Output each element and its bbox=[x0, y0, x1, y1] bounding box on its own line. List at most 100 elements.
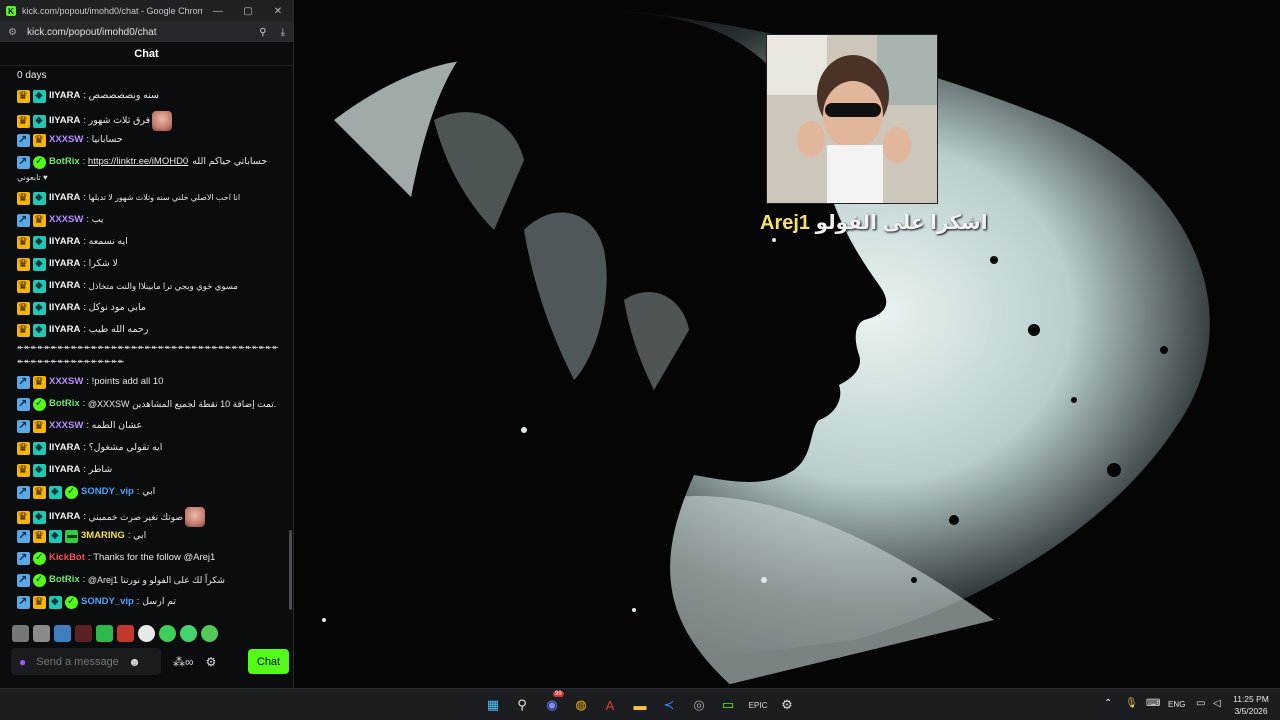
chat-username[interactable]: IIYARA bbox=[49, 191, 80, 205]
windows-start-icon[interactable]: ▦ bbox=[484, 696, 502, 714]
moderator-badge-icon bbox=[17, 155, 30, 169]
send-chat-button[interactable]: Chat bbox=[248, 649, 289, 674]
tray-mic-icon[interactable]: 🎙 bbox=[1125, 698, 1138, 709]
chat-username[interactable]: IIYARA bbox=[49, 114, 80, 128]
emote-icon[interactable] bbox=[12, 624, 29, 642]
crown-badge-icon bbox=[17, 89, 30, 103]
keyboard-icon[interactable]: ⌨ bbox=[1146, 698, 1160, 709]
acrobat-icon[interactable]: A bbox=[601, 696, 619, 714]
emote-icon[interactable] bbox=[138, 624, 155, 642]
subscriber-badge-icon bbox=[33, 510, 46, 524]
moderator-badge-icon bbox=[17, 375, 30, 389]
chat-text: مسوي خوي ويجي ترا مابينلاا والنت متخاذل bbox=[88, 281, 238, 291]
close-icon[interactable]: ✕ bbox=[263, 6, 293, 17]
settings-gear-icon[interactable]: ⚙ bbox=[206, 655, 217, 669]
chat-username[interactable]: BotRix bbox=[49, 573, 80, 587]
crown-badge-icon bbox=[17, 463, 30, 477]
crown-badge-icon bbox=[33, 213, 46, 227]
chat-username[interactable]: IIYARA bbox=[49, 463, 80, 477]
moderator-badge-icon bbox=[17, 485, 30, 499]
follow-alert-text: Arej1 اشكرا على الفولو bbox=[760, 210, 988, 242]
epic-games-icon[interactable]: EPIC bbox=[749, 696, 768, 714]
emote-icon[interactable] bbox=[75, 624, 92, 642]
kick-app-icon[interactable]: ▭ bbox=[719, 696, 737, 714]
emoji-picker-icon[interactable]: ☻ bbox=[128, 655, 141, 669]
emote-icon[interactable] bbox=[96, 624, 113, 642]
subscriber-badge-icon bbox=[33, 301, 46, 315]
chat-message: BotRix: @XXXSW تمت إضافة 10 نقطة لجميع ا… bbox=[17, 397, 285, 411]
chat-username[interactable]: IIYARA bbox=[49, 323, 80, 337]
chat-username[interactable]: KickBot bbox=[49, 551, 85, 565]
chat-username[interactable]: XXXSW bbox=[49, 213, 83, 227]
chat-message-input[interactable] bbox=[36, 655, 129, 668]
chat-username[interactable]: IIYARA bbox=[49, 235, 80, 249]
site-info-icon[interactable]: ⚙ bbox=[8, 27, 17, 38]
subscriber-badge-icon bbox=[33, 235, 46, 249]
subscriber-badge-icon bbox=[33, 191, 46, 205]
microphone-icon[interactable]: ● bbox=[19, 655, 26, 669]
network-icon[interactable]: ▭ bbox=[1196, 698, 1205, 709]
crown-badge-icon bbox=[33, 419, 46, 433]
chat-message: IIYARA: ايه نسمعه bbox=[17, 235, 285, 249]
emote-icon[interactable] bbox=[180, 624, 197, 642]
emote-icon[interactable] bbox=[54, 624, 71, 642]
chat-text: ايه تقولي مشغول؟ bbox=[88, 442, 163, 453]
chat-text: سنه ونصصصصص bbox=[88, 90, 159, 101]
chat-text: مابي مود نوكل bbox=[88, 302, 146, 313]
chat-username[interactable]: IIYARA bbox=[49, 279, 80, 293]
moderator-badge-icon bbox=[17, 213, 30, 227]
chat-message: XXXSW: حسابانيا bbox=[17, 133, 285, 147]
chat-text: لا شكرا bbox=[88, 258, 118, 269]
window-title: kick.com/popout/imohd0/chat - Google Chr… bbox=[22, 6, 203, 16]
taskbar-clock[interactable]: 11:25 PM 3/5/2026 bbox=[1226, 693, 1276, 717]
points-icon[interactable]: ⁂∞ bbox=[173, 655, 194, 669]
chat-username[interactable]: IIYARA bbox=[49, 441, 80, 455]
emote-icon[interactable] bbox=[117, 624, 134, 642]
chat-username[interactable]: BotRix bbox=[49, 397, 80, 411]
chat-text: رحمه الله طيب bbox=[88, 324, 149, 335]
emote-icon[interactable] bbox=[33, 624, 50, 642]
chat-username[interactable]: SONDY_vip bbox=[81, 485, 134, 499]
chrome-icon[interactable]: ◍ bbox=[572, 696, 590, 714]
volume-icon[interactable]: ◁ bbox=[1213, 698, 1221, 709]
chat-username[interactable]: XXXSW bbox=[49, 133, 83, 147]
subscriber-badge-icon bbox=[33, 279, 46, 293]
chat-username[interactable]: XXXSW bbox=[49, 375, 83, 389]
chat-username[interactable]: BotRix bbox=[49, 155, 80, 169]
emote-icon[interactable] bbox=[201, 624, 218, 642]
chat-text: !points add all 10 bbox=[91, 376, 164, 387]
crown-badge-icon bbox=[33, 485, 46, 499]
chat-link[interactable]: https://linktr.ee/iMOHD0 bbox=[88, 155, 188, 169]
chat-username[interactable]: XXXSW bbox=[49, 419, 83, 433]
chat-username[interactable]: SONDY_vip bbox=[81, 595, 134, 609]
file-explorer-icon[interactable]: ▬ bbox=[631, 696, 649, 714]
chat-username[interactable]: IIYARA bbox=[49, 510, 80, 524]
search-icon[interactable]: ⚲ bbox=[513, 696, 531, 714]
vscode-icon[interactable]: ≺ bbox=[660, 696, 678, 714]
chat-text: @Arej1 شكراً لك على الفولو و نورتنا bbox=[87, 575, 225, 585]
settings-app-icon[interactable]: ⚙ bbox=[778, 696, 796, 714]
chat-message-list[interactable]: 0 days IIYARA: سنه ونصصصصص IIYARA: فرق ث… bbox=[0, 66, 293, 614]
crown-badge-icon bbox=[17, 279, 30, 293]
discord-icon[interactable]: ◉ 99 bbox=[543, 691, 564, 714]
chat-input-container[interactable]: ● ☻ bbox=[11, 648, 161, 675]
zoom-icon[interactable]: ⚲ bbox=[259, 27, 266, 38]
chat-username[interactable]: 3MARING bbox=[81, 529, 125, 543]
download-icon[interactable]: ⤓ bbox=[281, 27, 285, 38]
chat-username[interactable]: IIYARA bbox=[49, 301, 80, 315]
emote-icon[interactable] bbox=[159, 624, 176, 642]
minimize-icon[interactable]: — bbox=[203, 6, 233, 17]
tray-expand-icon[interactable]: ⌃ bbox=[1104, 698, 1112, 709]
chat-input-row: ● ☻ ⁂∞ ⚙ Chat bbox=[11, 648, 289, 675]
chat-text-continued: تابعوني ♥ bbox=[17, 173, 48, 182]
chat-scrollbar[interactable] bbox=[289, 530, 292, 610]
child-thumbs-up-photo bbox=[767, 35, 937, 203]
address-bar[interactable]: ⚙ kick.com/popout/imohd0/chat ⚲ ⤓ bbox=[0, 22, 293, 42]
address-url[interactable]: kick.com/popout/imohd0/chat bbox=[27, 27, 245, 38]
chat-message: 3MARING: ابي bbox=[17, 529, 285, 543]
language-indicator[interactable]: ENG bbox=[1168, 700, 1185, 709]
obs-icon[interactable]: ◎ bbox=[690, 696, 708, 714]
chat-username[interactable]: IIYARA bbox=[49, 257, 80, 271]
chat-username[interactable]: IIYARA bbox=[49, 89, 80, 103]
maximize-icon[interactable]: ▢ bbox=[233, 6, 263, 17]
